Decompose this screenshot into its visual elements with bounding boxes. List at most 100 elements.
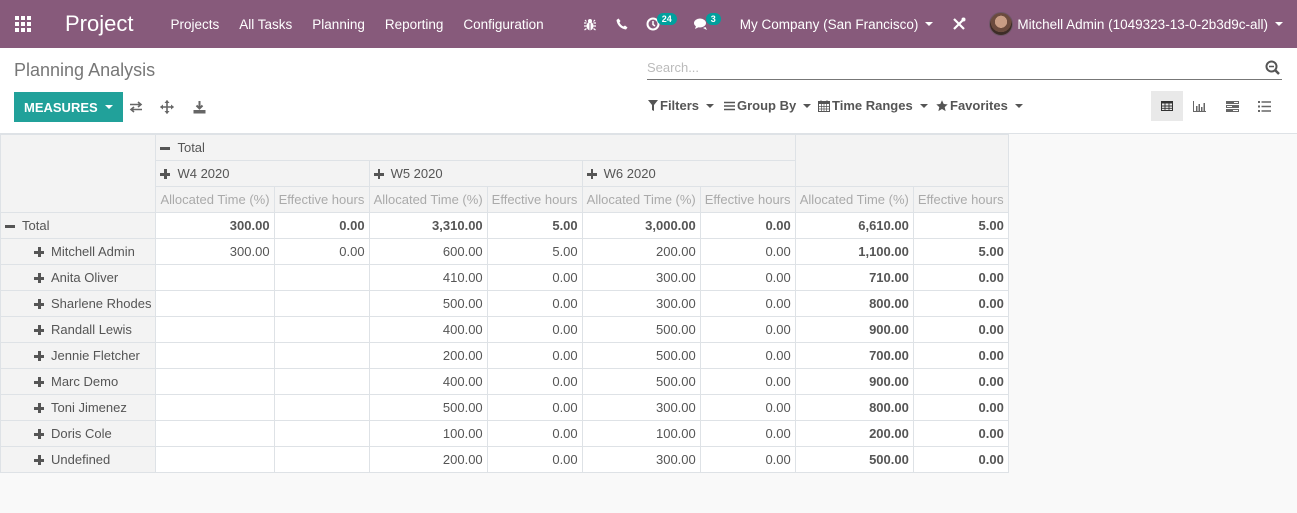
measure-header-allocated[interactable]: Allocated Time (%) [368, 186, 488, 213]
cell[interactable]: 3,000.00 [581, 212, 701, 239]
cell[interactable]: 0.00 [486, 446, 583, 473]
col-header-w5[interactable]: W5 2020 [368, 160, 583, 187]
cell[interactable]: 0.00 [273, 212, 370, 239]
cell[interactable]: 0.00 [912, 446, 1009, 473]
cell[interactable]: 410.00 [368, 264, 488, 291]
cell[interactable]: 500.00 [794, 446, 914, 473]
measure-header-allocated[interactable]: Allocated Time (%) [581, 186, 701, 213]
cell[interactable]: 200.00 [368, 342, 488, 369]
cell[interactable]: 700.00 [794, 342, 914, 369]
row-header[interactable]: Randall Lewis [0, 316, 157, 343]
cell[interactable]: 0.00 [699, 238, 796, 265]
row-header[interactable]: Anita Oliver [0, 264, 157, 291]
cell[interactable]: 0.00 [486, 420, 583, 447]
debug-button[interactable] [574, 0, 606, 48]
row-header-total[interactable]: Total [0, 212, 157, 239]
col-header-w6[interactable]: W6 2020 [581, 160, 796, 187]
timeranges-dropdown[interactable]: Time Ranges [818, 98, 928, 113]
cell[interactable]: 200.00 [581, 238, 701, 265]
cell[interactable]: 500.00 [368, 394, 488, 421]
cell[interactable]: 300.00 [155, 212, 275, 239]
filters-dropdown[interactable]: Filters [648, 98, 715, 113]
cell[interactable]: 0.00 [486, 394, 583, 421]
measures-button[interactable]: MEASURES [14, 92, 123, 122]
cell[interactable] [273, 342, 370, 369]
view-pivot-button[interactable] [1151, 91, 1183, 121]
cell[interactable]: 5.00 [912, 238, 1009, 265]
cell[interactable]: 800.00 [794, 394, 914, 421]
cell[interactable]: 600.00 [368, 238, 488, 265]
cell[interactable] [155, 264, 275, 291]
cell[interactable]: 200.00 [794, 420, 914, 447]
col-header-w4[interactable]: W4 2020 [155, 160, 370, 187]
cell[interactable]: 400.00 [368, 316, 488, 343]
cell[interactable]: 200.00 [368, 446, 488, 473]
cell[interactable] [155, 420, 275, 447]
favorites-dropdown[interactable]: Favorites [936, 98, 1023, 113]
expand-all-button[interactable] [158, 98, 176, 116]
user-menu[interactable]: Mitchell Admin (1049323-13-0-2b3d9c-all) [976, 0, 1297, 48]
phone-button[interactable] [606, 0, 638, 48]
cell[interactable] [273, 290, 370, 317]
view-graph-button[interactable] [1183, 91, 1215, 121]
cell[interactable]: 0.00 [912, 420, 1009, 447]
row-header[interactable]: Undefined [0, 446, 157, 473]
cell[interactable]: 300.00 [581, 290, 701, 317]
cell[interactable]: 0.00 [699, 212, 796, 239]
measure-header-effective[interactable]: Effective hours [273, 186, 370, 213]
cell[interactable]: 1,100.00 [794, 238, 914, 265]
tools-button[interactable] [942, 0, 976, 48]
row-header[interactable]: Doris Cole [0, 420, 157, 447]
measure-header-effective[interactable]: Effective hours [699, 186, 796, 213]
cell[interactable] [155, 316, 275, 343]
cell[interactable]: 3,310.00 [368, 212, 488, 239]
messages-button[interactable]: 3 [685, 0, 729, 48]
cell[interactable]: 0.00 [486, 290, 583, 317]
company-switcher[interactable]: My Company (San Francisco) [729, 0, 943, 48]
activity-button[interactable]: 24 [638, 0, 685, 48]
cell[interactable]: 0.00 [699, 290, 796, 317]
measure-header-effective[interactable]: Effective hours [912, 186, 1009, 213]
cell[interactable]: 0.00 [486, 342, 583, 369]
cell[interactable]: 300.00 [581, 394, 701, 421]
measure-header-allocated[interactable]: Allocated Time (%) [155, 186, 275, 213]
cell[interactable]: 0.00 [486, 368, 583, 395]
cell[interactable]: 100.00 [368, 420, 488, 447]
app-brand[interactable]: Project [46, 11, 151, 37]
cell[interactable]: 0.00 [699, 264, 796, 291]
apps-menu-button[interactable] [0, 0, 46, 48]
download-button[interactable] [190, 98, 208, 116]
cell[interactable]: 6,610.00 [794, 212, 914, 239]
cell[interactable]: 0.00 [912, 342, 1009, 369]
search-input[interactable] [647, 58, 1247, 75]
cell[interactable]: 300.00 [155, 238, 275, 265]
groupby-dropdown[interactable]: Group By [724, 98, 812, 113]
view-list-button[interactable] [1248, 91, 1280, 121]
cell[interactable]: 300.00 [581, 446, 701, 473]
cell[interactable]: 0.00 [912, 290, 1009, 317]
measure-header-allocated[interactable]: Allocated Time (%) [794, 186, 914, 213]
cell[interactable]: 5.00 [486, 212, 583, 239]
menu-all-tasks[interactable]: All Tasks [229, 17, 302, 32]
cell[interactable]: 900.00 [794, 368, 914, 395]
search-icon[interactable] [1265, 60, 1280, 75]
row-header[interactable]: Marc Demo [0, 368, 157, 395]
menu-projects[interactable]: Projects [160, 17, 229, 32]
cell[interactable]: 500.00 [581, 342, 701, 369]
measure-header-effective[interactable]: Effective hours [486, 186, 583, 213]
cell[interactable] [273, 264, 370, 291]
cell[interactable]: 800.00 [794, 290, 914, 317]
cell[interactable] [155, 290, 275, 317]
menu-planning[interactable]: Planning [302, 17, 375, 32]
cell[interactable] [273, 394, 370, 421]
row-header[interactable]: Toni Jimenez [0, 394, 157, 421]
cell[interactable]: 5.00 [912, 212, 1009, 239]
cell[interactable]: 400.00 [368, 368, 488, 395]
cell[interactable]: 100.00 [581, 420, 701, 447]
cell[interactable]: 0.00 [273, 238, 370, 265]
cell[interactable]: 5.00 [486, 238, 583, 265]
cell[interactable]: 900.00 [794, 316, 914, 343]
col-header-total[interactable]: Total [155, 134, 796, 161]
cell[interactable]: 0.00 [912, 316, 1009, 343]
cell[interactable] [155, 446, 275, 473]
